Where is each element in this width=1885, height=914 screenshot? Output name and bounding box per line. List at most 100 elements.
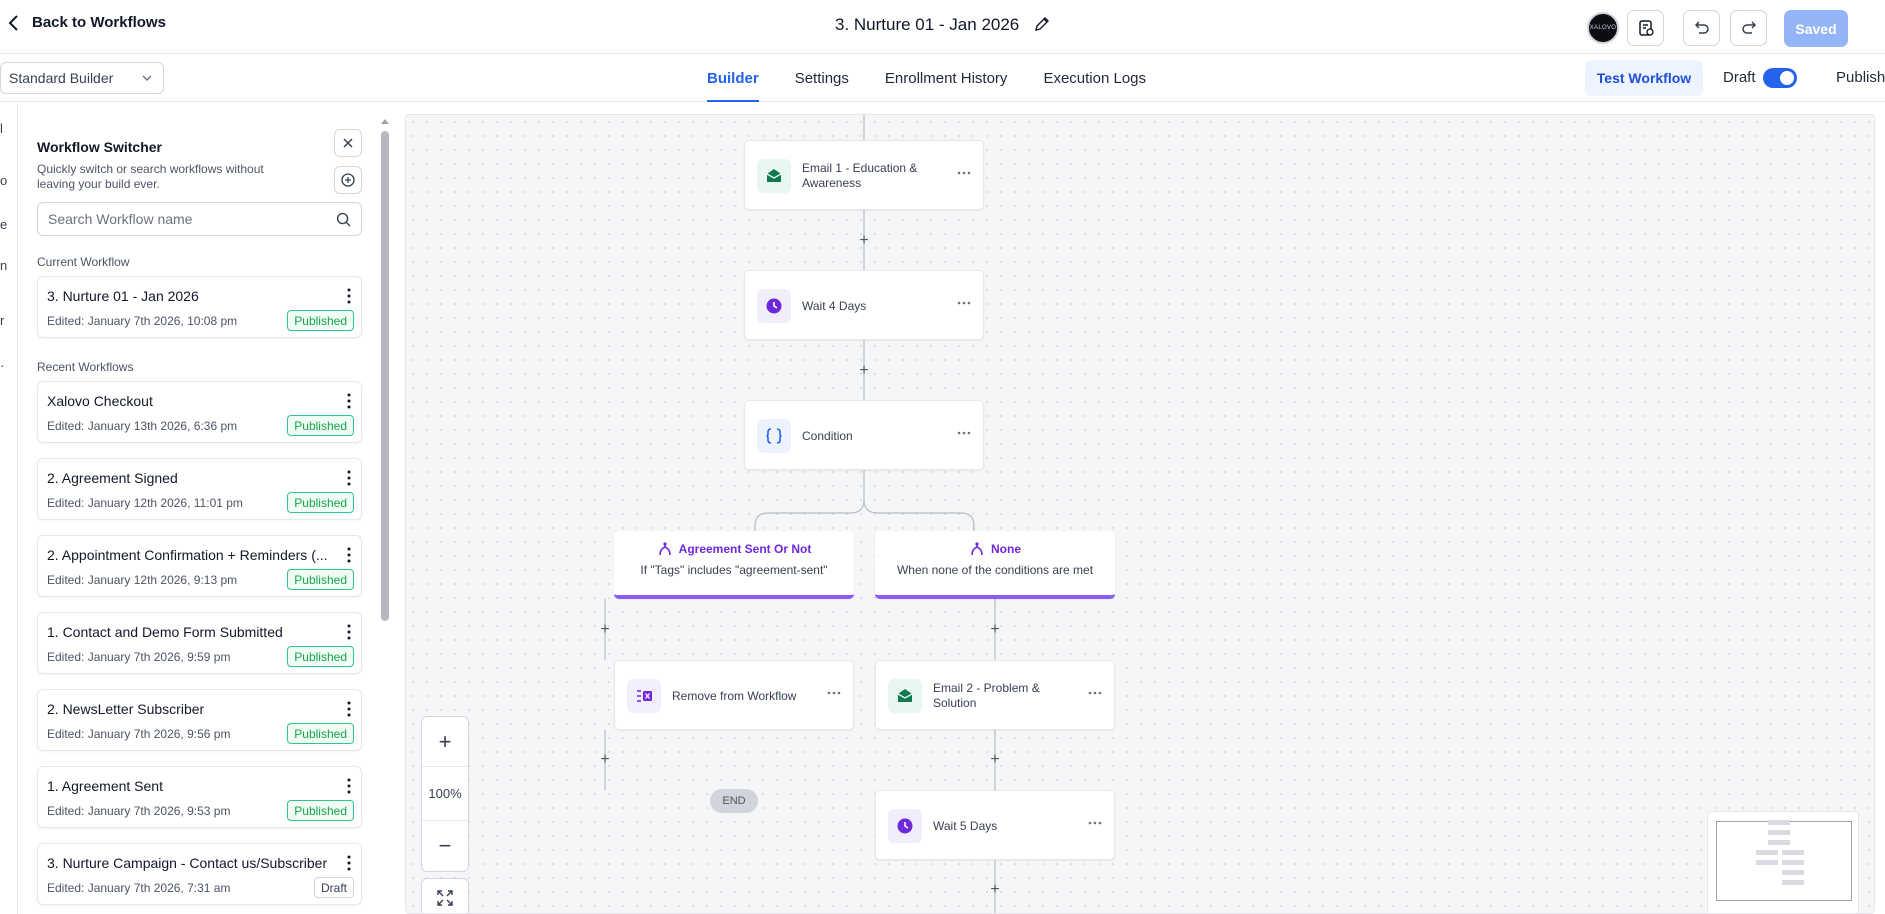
clock-icon	[897, 818, 913, 834]
left-strip-fragment[interactable]: e	[0, 217, 7, 232]
workflow-name: 2. Agreement Signed	[47, 470, 178, 486]
node-label: Email 1 - Education & Awareness	[802, 161, 918, 190]
switcher-scrollbar[interactable]	[381, 131, 389, 621]
email-icon	[897, 689, 913, 702]
avatar[interactable]: XALOVO	[1587, 12, 1619, 44]
kebab-menu-icon[interactable]	[346, 547, 352, 563]
kebab-menu-icon[interactable]	[346, 855, 352, 871]
redo-button[interactable]	[1730, 10, 1767, 46]
remove-from-workflow-node[interactable]: Remove from Workflow	[614, 660, 854, 730]
status-badge: Published	[287, 646, 354, 667]
add-step-button[interactable]: +	[988, 622, 1002, 638]
undo-icon	[1694, 21, 1709, 34]
email-icon-wrap	[757, 159, 791, 193]
add-step-button[interactable]: +	[988, 752, 1002, 768]
publish-label: Publish	[1836, 69, 1885, 86]
left-strip-fragment[interactable]: n	[0, 258, 7, 273]
branch-agreement-sent[interactable]: Agreement Sent Or Not If "Tags" includes…	[614, 531, 854, 599]
more-options-icon[interactable]	[957, 431, 971, 435]
scroll-up-icon[interactable]	[379, 117, 391, 125]
more-options-icon[interactable]	[827, 691, 841, 695]
kebab-menu-icon[interactable]	[346, 393, 352, 409]
add-step-button[interactable]: +	[857, 363, 871, 379]
minimap[interactable]	[1707, 811, 1859, 913]
branch-description: When none of the conditions are met	[896, 563, 1094, 577]
branch-title: None	[875, 541, 1115, 557]
more-options-icon[interactable]	[957, 171, 971, 175]
recent-workflow-card[interactable]: 2. Agreement Signed Edited: January 12th…	[37, 458, 362, 520]
branch-icon	[658, 542, 671, 556]
chevron-left-icon	[8, 14, 18, 31]
minimap-node	[1768, 820, 1790, 825]
kebab-menu-icon[interactable]	[346, 778, 352, 794]
back-label: Back to Workflows	[32, 14, 166, 31]
status-badge: Published	[287, 492, 354, 513]
recent-workflow-card[interactable]: 1. Agreement Sent Edited: January 7th 20…	[37, 766, 362, 828]
top-bar: Back to Workflows 3. Nurture 01 - Jan 20…	[0, 0, 1885, 54]
document-icon	[1638, 20, 1654, 36]
recent-workflow-card[interactable]: Xalovo Checkout Edited: January 13th 202…	[37, 381, 362, 443]
tabs: Builder Settings Enrollment History Exec…	[707, 54, 1182, 102]
left-nav-strip: l o e n r ·	[0, 103, 18, 914]
workflow-canvas[interactable]: Email 1 - Education & Awareness + Wait 4…	[405, 114, 1875, 914]
zoom-in-button[interactable]: +	[422, 717, 468, 767]
branch-title-text: None	[991, 542, 1021, 556]
kebab-menu-icon[interactable]	[346, 470, 352, 486]
add-step-button[interactable]: +	[988, 882, 1002, 898]
email-node[interactable]: Email 1 - Education & Awareness	[744, 140, 984, 210]
notes-button[interactable]	[1627, 10, 1664, 46]
add-step-button[interactable]: +	[857, 233, 871, 249]
add-step-button[interactable]: +	[598, 622, 612, 638]
tab-bar: Standard Builder Builder Settings Enroll…	[0, 54, 1885, 102]
status-badge: Published	[287, 800, 354, 821]
kebab-menu-icon[interactable]	[346, 624, 352, 640]
tab-execution-logs[interactable]: Execution Logs	[1043, 54, 1146, 102]
more-options-icon[interactable]	[1088, 691, 1102, 695]
minimap-node	[1782, 870, 1804, 875]
recent-workflow-card[interactable]: 2. Appointment Confirmation + Reminders …	[37, 535, 362, 597]
branch-icon	[971, 542, 983, 556]
zoom-out-button[interactable]: −	[422, 821, 468, 871]
recent-workflow-card[interactable]: 2. NewsLetter Subscriber Edited: January…	[37, 689, 362, 751]
kebab-menu-icon[interactable]	[346, 288, 352, 304]
workflow-title: 3. Nurture 01 - Jan 2026	[834, 15, 1020, 34]
minimap-node	[1782, 880, 1804, 885]
add-step-button[interactable]: +	[598, 752, 612, 768]
saved-button[interactable]: Saved	[1784, 10, 1848, 47]
workflow-name: 3. Nurture 01 - Jan 2026	[47, 288, 199, 304]
zoom-controls: + 100% −	[421, 716, 469, 872]
avatar-text: XALOVO	[1589, 25, 1617, 31]
minimap-node	[1768, 830, 1790, 835]
recent-workflow-card[interactable]: 3. Nurture Campaign - Contact us/Subscri…	[37, 843, 362, 905]
kebab-menu-icon[interactable]	[346, 701, 352, 717]
node-label: Email 2 - Problem & Solution	[933, 681, 1040, 710]
builder-mode-select[interactable]: Standard Builder	[0, 62, 164, 94]
tab-enrollment-history[interactable]: Enrollment History	[885, 54, 1008, 102]
publish-toggle[interactable]	[1763, 68, 1797, 88]
test-workflow-button[interactable]: Test Workflow	[1585, 60, 1703, 96]
left-strip-fragment[interactable]: r	[0, 313, 4, 328]
wait-node[interactable]: Wait 5 Days	[875, 790, 1115, 860]
wait-node[interactable]: Wait 4 Days	[744, 270, 984, 340]
remove-list-icon	[637, 690, 652, 702]
more-options-icon[interactable]	[1088, 821, 1102, 825]
undo-button[interactable]	[1683, 10, 1720, 46]
recent-workflow-card[interactable]: 1. Contact and Demo Form Submitted Edite…	[37, 612, 362, 674]
more-options-icon[interactable]	[957, 301, 971, 305]
left-strip-fragment[interactable]: ·	[0, 358, 4, 373]
current-workflow-card[interactable]: 3. Nurture 01 - Jan 2026 Edited: January…	[37, 276, 362, 338]
back-to-workflows-button[interactable]: Back to Workflows	[6, 14, 166, 31]
workflow-name: 1. Contact and Demo Form Submitted	[47, 624, 283, 640]
status-badge: Published	[287, 415, 354, 436]
tab-settings[interactable]: Settings	[795, 54, 849, 102]
branch-none[interactable]: None When none of the conditions are met	[875, 531, 1115, 599]
left-strip-fragment[interactable]: o	[0, 173, 7, 188]
condition-icon-wrap	[757, 419, 791, 453]
workflow-edited: Edited: January 7th 2026, 10:08 pm	[47, 314, 238, 328]
tab-builder[interactable]: Builder	[707, 54, 759, 102]
pencil-icon[interactable]	[1034, 16, 1050, 32]
email-node[interactable]: Email 2 - Problem & Solution	[875, 660, 1115, 730]
fit-view-button[interactable]	[421, 878, 469, 913]
condition-node[interactable]: Condition	[744, 400, 984, 470]
left-strip-fragment[interactable]: l	[0, 121, 3, 136]
